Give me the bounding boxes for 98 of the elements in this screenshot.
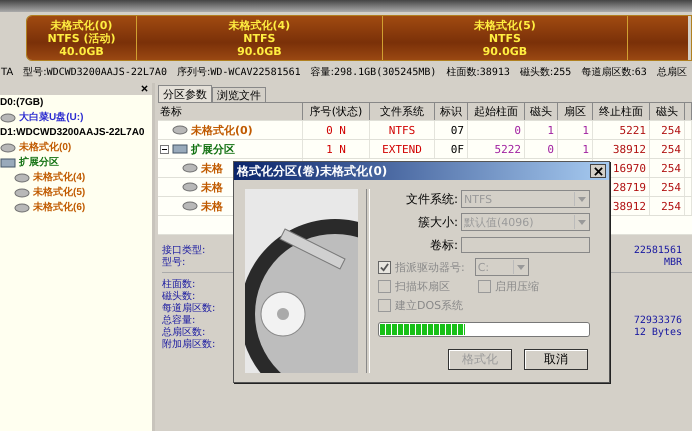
table-cell: 0	[525, 140, 558, 158]
checkbox[interactable]	[378, 280, 391, 292]
tree-item[interactable]: D0:(7GB)	[0, 95, 152, 110]
close-icon	[594, 166, 602, 176]
column-header[interactable]: 起始柱面	[468, 103, 525, 120]
table-cell: 5222	[468, 140, 525, 158]
disk-info-text: 容量:298.1GB(305245MB)	[310, 66, 436, 79]
close-button[interactable]	[590, 164, 606, 178]
tree-item[interactable]: 扩展分区	[19, 155, 59, 170]
disk-icon	[182, 163, 198, 173]
table-cell: 254	[650, 159, 685, 177]
table-cell: 0	[468, 121, 525, 139]
disk-icon	[182, 182, 198, 192]
caret-icon	[578, 196, 586, 202]
volume-label: 扩展分区	[191, 142, 235, 156]
detail-label: 型号:	[162, 257, 186, 269]
checkbox[interactable]	[378, 260, 391, 274]
detail-label: 总扇区数:	[162, 327, 206, 338]
partition-block[interactable]: 未格式化(0) NTFS (活动) 40.0GB	[27, 16, 138, 60]
field-label: 文件系统:	[404, 190, 459, 208]
column-header[interactable]: 终止柱面	[593, 103, 650, 120]
table-cell: 254	[650, 178, 685, 196]
tree-item[interactable]: 未格式化(5)	[33, 185, 86, 200]
checkbox-label: 建立DOS系统	[395, 298, 464, 312]
drive-icon	[0, 158, 16, 168]
detail-value: 22581561	[634, 245, 682, 257]
table-cell: 254	[650, 197, 685, 215]
disk-info-text: 柱面数:38913	[446, 66, 510, 79]
detail-label: 总容量:	[162, 315, 196, 326]
caret-icon	[578, 220, 586, 224]
table-cell: 0 N	[303, 121, 370, 139]
disk-icon	[172, 125, 188, 135]
table-cell: 0F	[435, 140, 468, 158]
detail-label: 附加扇区数:	[162, 339, 216, 351]
drive-icon	[172, 144, 188, 154]
disk-info-text: 每道扇区数:63	[581, 66, 647, 79]
table-cell: EXTEND	[370, 140, 435, 158]
disk-icon	[14, 188, 30, 198]
column-header[interactable]: 卷标	[158, 103, 303, 120]
tab[interactable]: 分区参数	[158, 85, 212, 102]
disk-icon	[14, 172, 30, 182]
dialog-title: 格式化分区(卷)未格式化(0)	[237, 162, 388, 180]
column-header[interactable]: 序号(状态)	[303, 103, 370, 120]
table-cell: 1	[558, 140, 593, 158]
disk-icon	[182, 201, 198, 211]
detail-value: 12 Bytes	[634, 327, 682, 339]
tab[interactable]: 浏览文件	[212, 87, 266, 102]
partition-block[interactable]	[628, 16, 688, 60]
disk-info-text: 型号:WDCWD3200AAJS-22L7A0	[23, 66, 167, 79]
table-cell: 1	[525, 121, 558, 139]
collapse-icon[interactable]	[160, 144, 169, 154]
disk-info-text: TA	[1, 66, 14, 78]
column-header[interactable]: 标识	[435, 103, 468, 120]
disk-icon	[0, 112, 16, 122]
table-cell: 254	[650, 140, 685, 158]
tree-item[interactable]: D1:WDCWD3200AAJS-22L7A0	[0, 125, 152, 140]
checkbox-label: 指派驱动器号:	[395, 260, 465, 274]
table-cell: 38912	[593, 140, 650, 158]
column-header[interactable]: 磁头	[525, 103, 558, 120]
tree-item[interactable]: 未格式化(0)	[19, 140, 72, 155]
partition-block[interactable]: 未格式化(5) NTFS 90.0GB	[382, 16, 628, 60]
close-icon[interactable]	[141, 85, 148, 92]
table-cell: NTFS	[370, 121, 435, 139]
dialog-button[interactable]: 取消	[524, 349, 588, 370]
checkbox[interactable]	[478, 280, 491, 292]
disk-info-text: 序列号:WD-WCAV22581561	[176, 66, 301, 79]
disk-icon	[14, 202, 30, 212]
detail-value: MBR	[664, 257, 682, 269]
table-cell: 1 N	[303, 140, 370, 158]
checkbox-label: 扫描坏扇区	[395, 278, 450, 294]
tree-item[interactable]: 未格式化(6)	[33, 200, 86, 215]
volume-label: 未格式化(0)	[191, 122, 253, 138]
detail-label: 接口类型:	[162, 245, 206, 256]
partition-block[interactable]: 未格式化(4) NTFS 90.0GB	[137, 16, 383, 60]
table-cell: 07	[435, 121, 468, 139]
checkbox-label: 启用压缩	[495, 278, 539, 294]
field-label: 卷标:	[428, 236, 459, 254]
table-cell: 254	[650, 121, 685, 139]
disk-icon	[0, 142, 16, 152]
caret-icon	[516, 264, 525, 270]
detail-value: 72933376	[634, 315, 682, 327]
table-cell: 1	[558, 121, 593, 139]
detail-label: 柱面数:	[162, 279, 196, 290]
disk-info-text: 总扇区	[656, 66, 687, 79]
column-header[interactable]: 磁头	[650, 103, 685, 120]
tree-item[interactable]: 大白菜U盘(U:)	[19, 110, 84, 125]
field-label: 簇大小:	[416, 214, 459, 230]
tree-item[interactable]: 未格式化(4)	[33, 170, 86, 185]
table-cell: 5221	[593, 121, 650, 139]
detail-label: 每道扇区数:	[162, 303, 216, 314]
column-header[interactable]: 文件系统	[370, 103, 435, 120]
volume-label: 未格	[201, 160, 223, 176]
detail-label: 磁头数:	[162, 291, 196, 302]
column-header[interactable]: 扇区	[558, 103, 593, 120]
volume-label: 未格	[201, 180, 223, 194]
checkbox[interactable]	[378, 298, 391, 312]
volume-label: 未格	[201, 198, 223, 214]
disk-info-text: 磁头数:255	[520, 66, 572, 79]
